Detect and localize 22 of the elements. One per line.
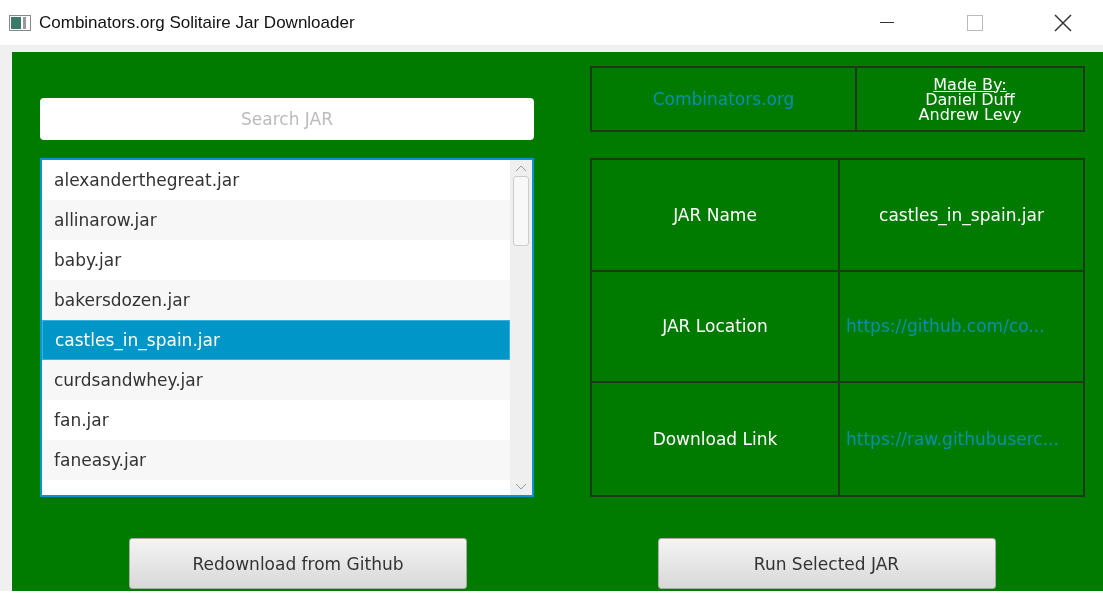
list-item[interactable]: alexanderthegreat.jar [42,160,510,200]
scroll-thumb[interactable] [513,176,529,246]
list-item[interactable]: fan.jar [42,400,510,440]
scroll-down-icon[interactable] [515,483,527,491]
window-title: Combinators.org Solitaire Jar Downloader [39,12,355,33]
list-item[interactable]: baby.jar [42,240,510,280]
table-cell-text: Download Link [651,428,779,452]
list-item[interactable]: curdsandwhey.jar [42,360,510,400]
list-item[interactable]: faneasy.jar [42,440,510,480]
scroll-up-icon[interactable] [515,164,527,172]
table-cell: JAR Name [592,160,838,272]
scrollbar-track[interactable] [510,160,532,495]
list-item[interactable]: bakersdozen.jar [42,280,510,320]
table-cell: castles_in_spain.jar [838,160,1083,272]
table-cell: JAR Location [592,271,838,384]
made-by-label: Made By: [933,76,1007,92]
search-field[interactable]: Search JAR [40,98,534,140]
author-name: Andrew Levy [918,106,1022,122]
action-button[interactable]: Run Selected JAR [657,538,996,589]
list-item[interactable]: allinarow.jar [42,200,510,240]
action-button[interactable]: Redownload from Github [129,538,467,589]
app-icon [9,14,31,31]
